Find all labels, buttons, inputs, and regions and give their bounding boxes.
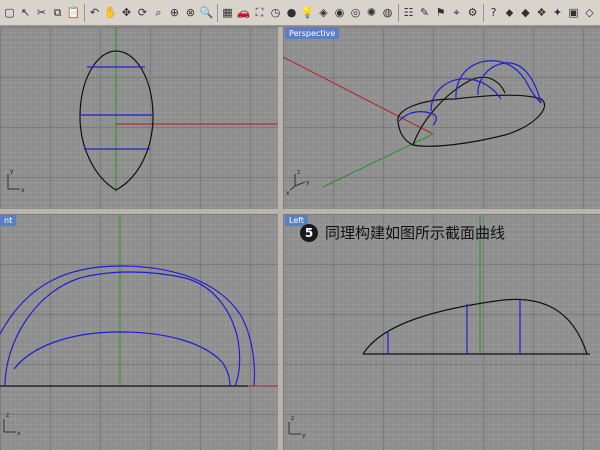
main-toolbar: ▢↖✂⧉📋↶✋✥⟳⌕⊕⊗🔍▦🚗⛶◷●💡◈◉◎✺◍☷✎⚑⌖⚙?⬥◆❖✦▣◇▤ — [0, 0, 600, 26]
pan-icon[interactable]: ✥ — [119, 4, 134, 22]
cplane-icon[interactable]: ◷ — [268, 4, 283, 22]
snap-icon[interactable]: ⌖ — [449, 4, 464, 22]
axis-label-z: z — [6, 412, 9, 419]
pen-icon[interactable]: ✎ — [417, 4, 432, 22]
viewport-perspective-canvas: z y x — [283, 56, 546, 197]
section-curve — [4, 271, 241, 387]
x-axis-line — [283, 56, 434, 135]
shade-icon[interactable]: ● — [284, 4, 299, 22]
axis-label-z: z — [297, 169, 300, 176]
zoom-selected-icon[interactable]: ⊗ — [183, 4, 198, 22]
layer-icon[interactable]: ◈ — [316, 4, 331, 22]
color-wheel-icon[interactable]: ✺ — [364, 4, 379, 22]
cube-icon[interactable]: ▣ — [566, 4, 581, 22]
copy-icon[interactable]: ⧉ — [50, 4, 65, 22]
select-icon[interactable]: ▢ — [2, 4, 17, 22]
viewport-left[interactable]: z y Left — [283, 214, 600, 450]
y-axis-line — [322, 133, 434, 188]
toolbar-separator — [398, 3, 399, 22]
viewport-divider-horizontal[interactable] — [0, 209, 600, 214]
pointer-icon[interactable]: ↖ — [18, 4, 33, 22]
section-curve — [0, 265, 256, 387]
rotate-icon[interactable]: ⟳ — [135, 4, 150, 22]
toolbar-separator — [217, 3, 218, 22]
toolbar-separator — [483, 3, 484, 22]
section-curve — [13, 331, 231, 387]
axis-label-y: y — [306, 179, 310, 186]
outline-curve — [362, 298, 588, 355]
toolbar-separator — [84, 3, 85, 22]
viewport-top-canvas: y x — [7, 27, 278, 194]
axis-label-y: y — [302, 432, 306, 439]
light-icon[interactable]: 💡 — [300, 4, 315, 22]
section-curve — [398, 111, 437, 126]
cut-icon[interactable]: ✂ — [34, 4, 49, 22]
viewport-perspective[interactable]: z y x Perspective — [283, 27, 600, 209]
step-number-badge: 5 — [300, 223, 318, 242]
cplane-axis — [294, 181, 306, 187]
perspective-icon[interactable]: ⛶ — [252, 4, 267, 22]
axis-label-x: x — [286, 190, 290, 197]
viewport-left-canvas: z y — [288, 214, 590, 439]
material-icon[interactable]: ◉ — [332, 4, 347, 22]
axis-label-x: x — [17, 430, 21, 437]
properties-icon[interactable]: ☷ — [401, 4, 416, 22]
cplane-axis — [289, 185, 296, 191]
step-caption-text: 同理构建如图所示截面曲线 — [325, 224, 506, 242]
sphere-icon[interactable]: ◍ — [380, 4, 395, 22]
undo-icon[interactable]: ↶ — [87, 4, 102, 22]
viewport-front-canvas: z x — [0, 214, 278, 437]
car-icon[interactable]: 🚗 — [236, 4, 251, 22]
viewport-divider-vertical[interactable] — [278, 27, 283, 450]
gold-icon[interactable]: ◆ — [518, 4, 533, 22]
help-icon[interactable]: ? — [486, 4, 501, 22]
tag-icon[interactable]: ⬥ — [502, 4, 517, 22]
grid-icon[interactable]: ▦ — [220, 4, 235, 22]
zoom-extents-icon[interactable]: ⊕ — [167, 4, 182, 22]
axis-label-x: x — [21, 187, 25, 194]
star-icon[interactable]: ✦ — [550, 4, 565, 22]
zoom-window-icon[interactable]: ⌕ — [151, 4, 166, 22]
viewport-label-perspective[interactable]: Perspective — [285, 28, 340, 39]
flag-icon[interactable]: ⚑ — [433, 4, 448, 22]
step-caption: 5 同理构建如图所示截面曲线 — [300, 222, 505, 243]
outline-curve — [397, 94, 546, 147]
paste-icon[interactable]: 📋 — [66, 4, 81, 22]
bookmark-icon[interactable]: ❖ — [534, 4, 549, 22]
axis-label-z: z — [291, 415, 294, 422]
zoom-icon[interactable]: 🔍 — [199, 4, 214, 22]
options-icon[interactable]: ⚙ — [465, 4, 480, 22]
section-curve — [430, 78, 502, 112]
viewport-top[interactable]: y x — [0, 27, 278, 209]
hand-icon[interactable]: ✋ — [103, 4, 118, 22]
render-icon[interactable]: ◎ — [348, 4, 363, 22]
viewport-label-front[interactable]: nt — [0, 215, 17, 226]
viewport-front[interactable]: z x nt — [0, 214, 278, 450]
axis-label-y: y — [10, 168, 14, 175]
tag2-icon[interactable]: ◇ — [582, 4, 597, 22]
